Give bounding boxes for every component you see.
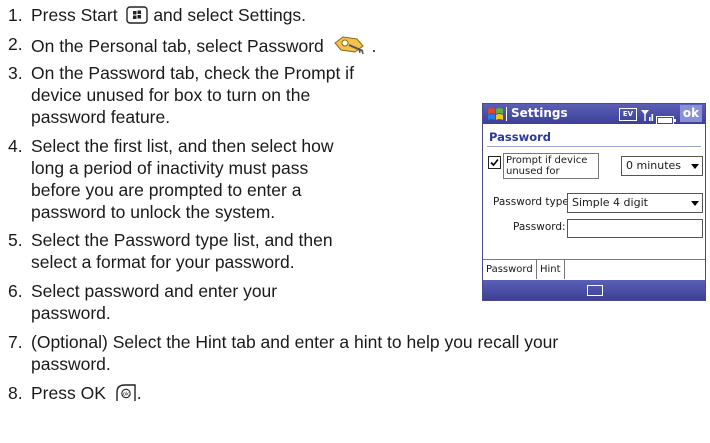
prompt-interval-value: 0 minutes: [626, 159, 682, 172]
step-4-line-4: password to unlock the system.: [31, 202, 276, 222]
password-label: Password:: [513, 221, 566, 233]
settings-screenshot: Settings EV ok Password Prompt if device…: [482, 103, 706, 301]
prompt-interval-select[interactable]: 0 minutes: [621, 156, 703, 176]
prompt-checkbox[interactable]: [488, 156, 501, 169]
section-title: Password: [489, 130, 551, 144]
section-divider: [487, 146, 701, 147]
chevron-down-icon: [691, 201, 699, 206]
app-title: Settings: [511, 106, 568, 120]
step-3-line-1: On the Password tab, check the Prompt if: [31, 63, 354, 83]
step-1-text-b: and select Settings.: [153, 5, 307, 25]
battery-icon: [656, 110, 676, 129]
step-8-text-a: Press OK: [31, 383, 106, 403]
prompt-checkbox-label[interactable]: Prompt if device unused for: [503, 153, 599, 179]
step-6-line-2: password.: [31, 303, 111, 323]
password-type-label: Password type:: [493, 196, 573, 208]
signal-icon: [640, 107, 654, 126]
step-3-line-2: device unused for box to turn on the: [31, 85, 311, 105]
step-4-line-1: Select the first list, and then select h…: [31, 136, 334, 156]
password-type-select[interactable]: Simple 4 digit: [567, 193, 703, 213]
step-2-text: On the Personal tab, select Password: [31, 36, 324, 56]
ok-button[interactable]: ok: [680, 105, 702, 122]
tab-password[interactable]: Password: [483, 260, 537, 279]
step-4-line-2: long a period of inactivity must pass: [31, 158, 309, 178]
tab-hint[interactable]: Hint: [537, 260, 565, 279]
step-5-line-1: Select the Password type list, and then: [31, 230, 333, 250]
step-3-line-3: password feature.: [31, 107, 171, 127]
bottom-bar: [483, 280, 705, 300]
step-6-line-1: Select password and enter your: [31, 281, 278, 301]
step-5-line-2: select a format for your password.: [31, 252, 295, 272]
windows-flag-icon[interactable]: [487, 106, 504, 126]
password-keys-icon: [333, 33, 367, 60]
svg-text:ok: ok: [123, 391, 129, 397]
step-1-text-a: Press Start: [31, 5, 118, 25]
ev-status-icon: EV: [619, 108, 637, 121]
tab-bar: Password Hint: [483, 259, 705, 280]
title-separator: [506, 107, 507, 121]
step-7-line-1: (Optional) Select the Hint tab and enter…: [31, 332, 559, 352]
step-4-line-3: before you are prompted to enter a: [31, 180, 302, 200]
step-8-text-b: .: [136, 383, 142, 403]
ok-button-icon: ok: [115, 384, 137, 407]
keyboard-icon[interactable]: [587, 285, 603, 296]
step-7-line-2: password.: [31, 354, 111, 374]
password-type-value: Simple 4 digit: [572, 196, 648, 209]
start-button-icon: [126, 6, 149, 29]
chevron-down-icon: [691, 164, 699, 169]
title-bar: Settings EV ok: [483, 104, 705, 126]
password-input[interactable]: [567, 219, 703, 238]
